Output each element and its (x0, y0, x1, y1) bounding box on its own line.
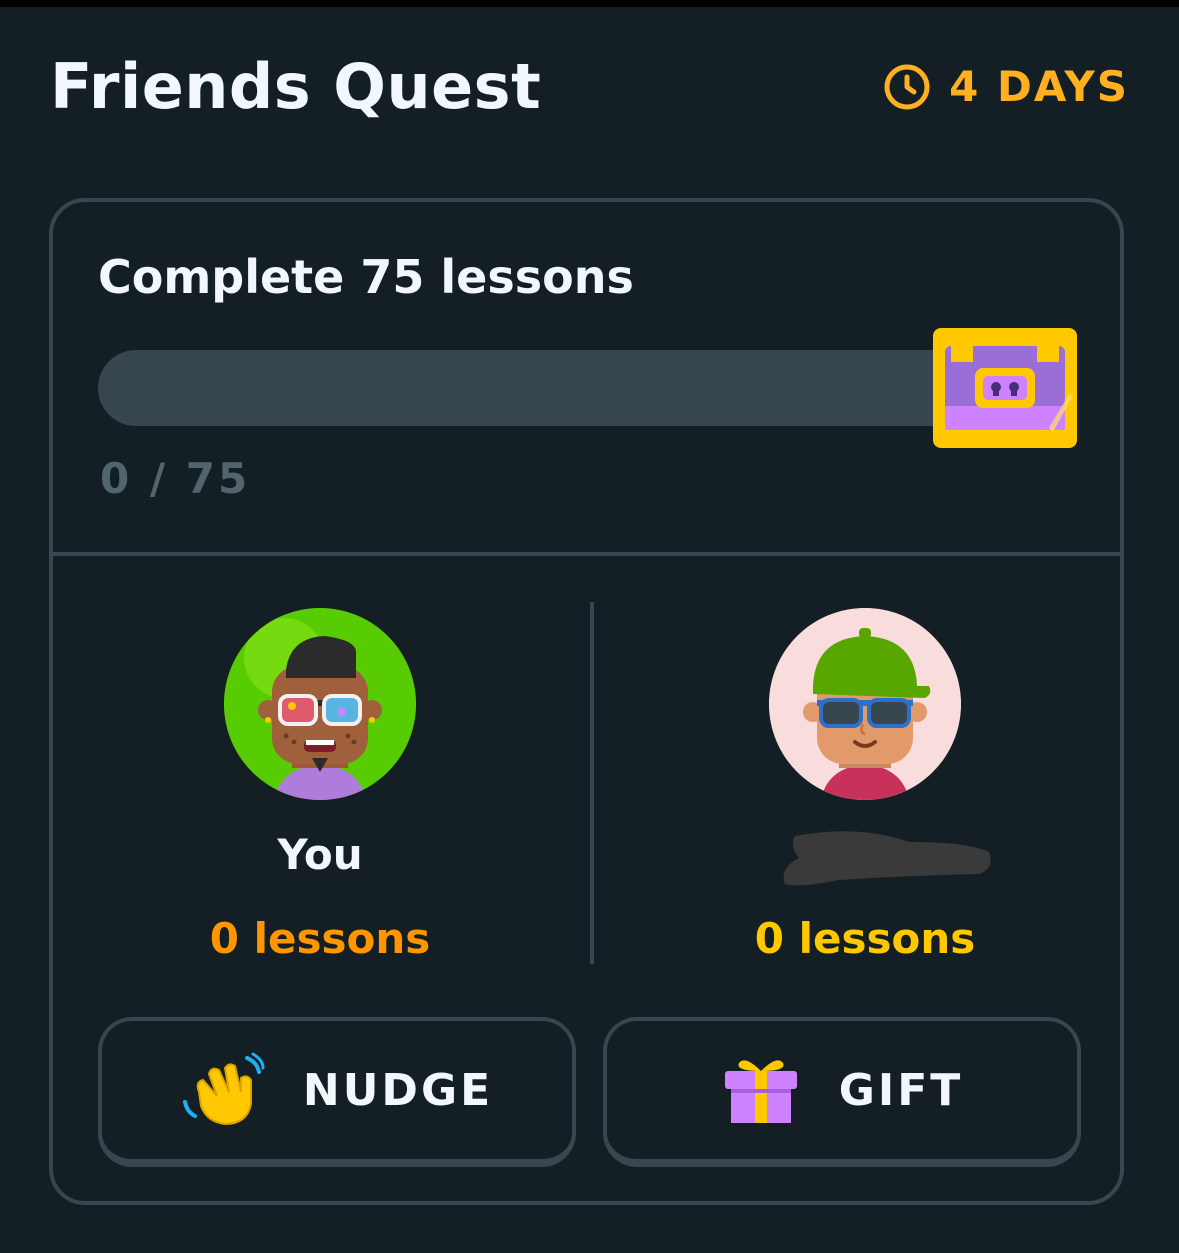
friend-avatar-illustration (769, 608, 961, 800)
gift-icon (724, 1060, 797, 1123)
nudge-label: NUDGE (302, 1064, 494, 1116)
progress-count: 0 / 75 (100, 454, 251, 503)
waving-hand-icon (182, 1052, 265, 1126)
participant-lessons-you: 0 lessons (209, 914, 431, 963)
quest-timer: 4 DAYS (883, 62, 1129, 111)
nudge-button[interactable]: NUDGE (98, 1017, 576, 1167)
gift-button[interactable]: GIFT (603, 1017, 1081, 1167)
quest-progress-bar (98, 350, 978, 426)
timer-label: 4 DAYS (949, 62, 1129, 111)
section-divider (53, 552, 1120, 556)
friends-quest-screen: Friends Quest 4 DAYS Complete 75 lessons (0, 0, 1179, 1253)
quest-card: Complete 75 lessons 0 / 75 You 0 lessons… (49, 198, 1124, 1205)
gift-label: GIFT (838, 1064, 964, 1116)
participant-lessons-friend: 0 lessons (754, 914, 976, 963)
avatar[interactable] (224, 608, 416, 800)
participant-divider (590, 602, 594, 964)
participant-name-you: You (277, 830, 363, 879)
avatar[interactable] (769, 608, 961, 800)
clock-icon (884, 64, 930, 109)
page-title: Friends Quest (50, 50, 542, 123)
user-avatar-illustration (224, 608, 416, 800)
quest-goal: Complete 75 lessons (98, 250, 634, 304)
status-bar-strip (0, 0, 1179, 7)
redacted-friend-name (783, 831, 991, 886)
treasure-chest-icon (933, 328, 1077, 448)
